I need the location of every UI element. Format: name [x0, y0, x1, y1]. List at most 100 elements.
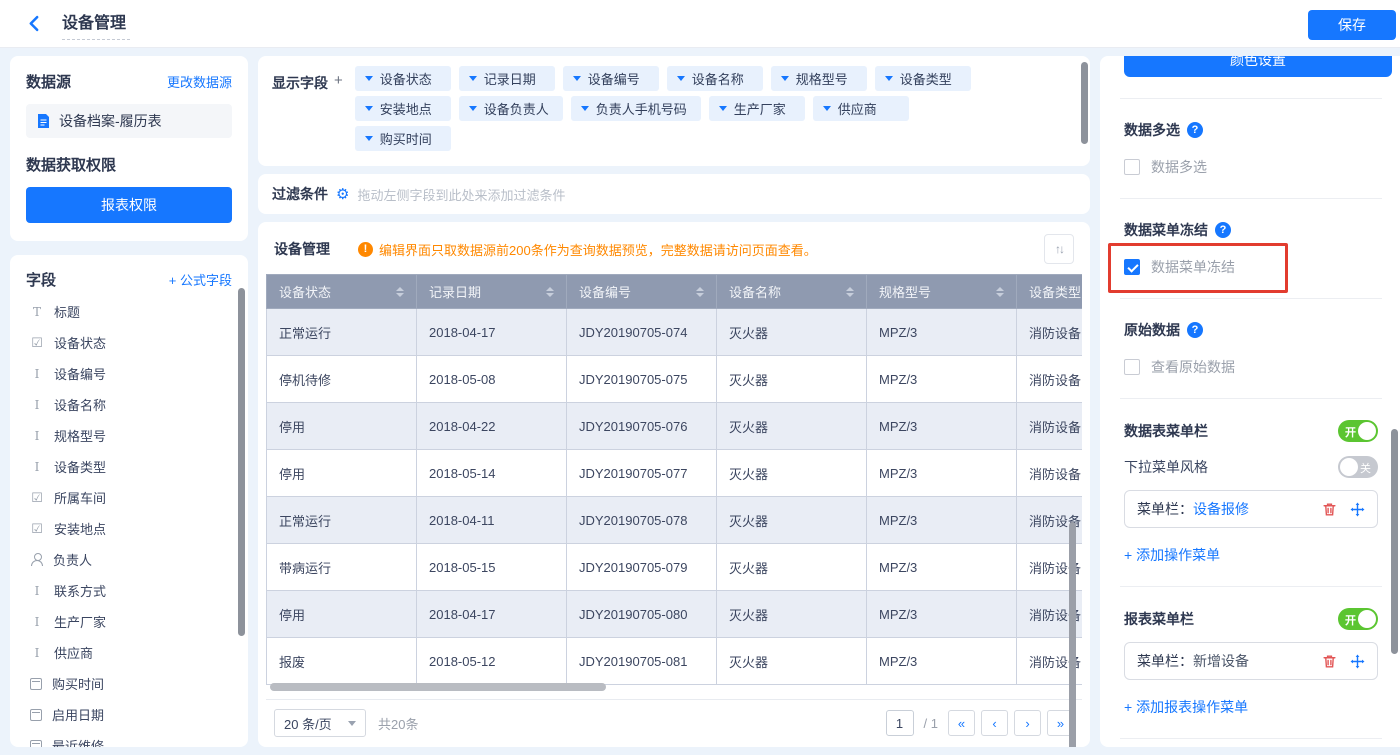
- datasource-item[interactable]: 设备档案-履历表: [26, 104, 232, 138]
- menu-item-name[interactable]: 设备报修: [1193, 499, 1249, 519]
- page-number-input[interactable]: [885, 710, 914, 736]
- gear-icon[interactable]: ⚙: [336, 187, 349, 202]
- column-sort-icon[interactable]: [996, 286, 1004, 297]
- column-sort-icon[interactable]: [546, 286, 554, 297]
- table-menu-item[interactable]: 菜单栏： 设备报修: [1124, 490, 1378, 528]
- field-tag[interactable]: 购买时间: [354, 126, 451, 151]
- field-tag[interactable]: 规格型号: [770, 66, 867, 91]
- table-column-header[interactable]: 设备编号: [566, 274, 717, 309]
- next-page-button[interactable]: ›: [1014, 710, 1041, 736]
- field-item[interactable]: I 设备类型: [26, 451, 232, 482]
- column-label: 设备编号: [579, 285, 632, 300]
- table-column-header[interactable]: 记录日期: [416, 274, 567, 309]
- cell-device-name: 灭火器: [716, 402, 867, 450]
- add-report-action-menu-link[interactable]: + 添加报表操作菜单: [1124, 697, 1378, 717]
- report-menu-item[interactable]: 菜单栏： 新增设备: [1124, 642, 1378, 680]
- table-row[interactable]: 停机待修 2018-05-08 JDY20190705-075 灭火器 MPZ/…: [266, 355, 1082, 403]
- field-item[interactable]: I 联系方式: [26, 575, 232, 606]
- settings-panel-scrollbar[interactable]: [1391, 429, 1398, 654]
- report-permission-button[interactable]: 报表权限: [26, 187, 232, 223]
- cell-record-date: 2018-04-11: [416, 496, 567, 544]
- chevron-down-icon: [364, 76, 373, 81]
- first-page-button[interactable]: «: [948, 710, 975, 736]
- table-row[interactable]: 报废 2018-05-12 JDY20190705-081 灭火器 MPZ/3 …: [266, 637, 1082, 685]
- field-tag-label: 设备状态: [379, 72, 432, 87]
- text-field-icon: I: [34, 459, 40, 474]
- field-tag[interactable]: 供应商: [812, 96, 909, 121]
- back-icon[interactable]: [26, 13, 48, 35]
- cell-device-no: JDY20190705-074: [566, 308, 717, 356]
- move-icon[interactable]: [1350, 502, 1365, 517]
- field-tag[interactable]: 设备编号: [562, 66, 659, 91]
- cell-device-type: 消防设备: [1016, 449, 1082, 497]
- cell-device-type: 消防设备: [1016, 355, 1082, 403]
- field-tag[interactable]: 设备类型: [874, 66, 971, 91]
- change-datasource-link[interactable]: 更改数据源: [167, 72, 232, 91]
- table-vertical-scrollbar[interactable]: [1069, 522, 1076, 747]
- field-item[interactable]: 负责人: [26, 544, 232, 575]
- field-item[interactable]: I 设备名称: [26, 389, 232, 420]
- table-row[interactable]: 停用 2018-04-17 JDY20190705-080 灭火器 MPZ/3 …: [266, 590, 1082, 638]
- table-row[interactable]: 带病运行 2018-05-15 JDY20190705-079 灭火器 MPZ/…: [266, 543, 1082, 591]
- field-tag[interactable]: 负责人手机号码: [570, 96, 701, 121]
- table-column-header[interactable]: 设备名称: [716, 274, 867, 309]
- field-tag[interactable]: 记录日期: [458, 66, 555, 91]
- field-item[interactable]: I 生产厂家: [26, 606, 232, 637]
- dropdown-style-toggle[interactable]: 关: [1338, 456, 1378, 478]
- column-sort-icon[interactable]: [696, 286, 704, 297]
- table-column-header[interactable]: 规格型号: [866, 274, 1017, 309]
- table-horizontal-scrollbar[interactable]: [270, 683, 606, 691]
- field-item[interactable]: I 供应商: [26, 637, 232, 668]
- prev-page-button[interactable]: ‹: [981, 710, 1008, 736]
- page-title[interactable]: 设备管理: [62, 7, 131, 40]
- help-icon[interactable]: ?: [1187, 322, 1203, 338]
- cell-device-name: 灭火器: [716, 543, 867, 591]
- cell-spec-model: MPZ/3: [866, 496, 1017, 544]
- save-button[interactable]: 保存: [1308, 10, 1396, 40]
- add-formula-field-link[interactable]: + 公式字段: [169, 270, 232, 289]
- fields-scrollbar[interactable]: [238, 288, 245, 636]
- document-icon: [36, 113, 51, 129]
- raw-data-checkbox[interactable]: [1124, 359, 1140, 375]
- help-icon[interactable]: ?: [1215, 222, 1231, 238]
- field-item[interactable]: I 设备编号: [26, 358, 232, 389]
- field-item[interactable]: I 规格型号: [26, 420, 232, 451]
- add-action-menu-link[interactable]: + 添加操作菜单: [1124, 545, 1378, 565]
- report-menu-toggle[interactable]: 开: [1338, 608, 1378, 630]
- field-item[interactable]: ☑ 安装地点: [26, 513, 232, 544]
- field-item[interactable]: T 标题: [26, 296, 232, 327]
- cell-device-name: 灭火器: [716, 308, 867, 356]
- field-item[interactable]: 启用日期: [26, 699, 232, 730]
- column-sort-icon[interactable]: [846, 286, 854, 297]
- field-tag[interactable]: 设备名称: [666, 66, 763, 91]
- table-menu-toggle[interactable]: 开: [1338, 420, 1378, 442]
- menu-item-name[interactable]: 新增设备: [1193, 651, 1249, 671]
- table-row[interactable]: 停用 2018-04-22 JDY20190705-076 灭火器 MPZ/3 …: [266, 402, 1082, 450]
- add-display-field-button[interactable]: +: [328, 66, 345, 156]
- text-field-icon: I: [34, 397, 40, 412]
- field-item[interactable]: ☑ 所属车间: [26, 482, 232, 513]
- table-row[interactable]: 正常运行 2018-04-17 JDY20190705-074 灭火器 MPZ/…: [266, 308, 1082, 356]
- field-tag[interactable]: 设备负责人: [458, 96, 563, 121]
- delete-icon[interactable]: [1322, 654, 1337, 669]
- field-tag[interactable]: 安装地点: [354, 96, 451, 121]
- table-column-header[interactable]: 设备类型: [1016, 274, 1082, 309]
- help-icon[interactable]: ?: [1187, 122, 1203, 138]
- sort-order-button[interactable]: ↑↓: [1044, 234, 1074, 264]
- field-item[interactable]: ☑ 设备状态: [26, 327, 232, 358]
- field-tag[interactable]: 生产厂家: [708, 96, 805, 121]
- column-sort-icon[interactable]: [396, 286, 404, 297]
- move-icon[interactable]: [1350, 654, 1365, 669]
- table-row[interactable]: 正常运行 2018-04-11 JDY20190705-078 灭火器 MPZ/…: [266, 496, 1082, 544]
- color-settings-button[interactable]: 颜色设置: [1124, 56, 1392, 77]
- display-card-scrollbar[interactable]: [1081, 62, 1088, 144]
- field-item[interactable]: 最近维修: [26, 730, 232, 747]
- table-row[interactable]: 停用 2018-05-14 JDY20190705-077 灭火器 MPZ/3 …: [266, 449, 1082, 497]
- field-tag[interactable]: 设备状态: [354, 66, 451, 91]
- field-item[interactable]: 购买时间: [26, 668, 232, 699]
- delete-icon[interactable]: [1322, 502, 1337, 517]
- multi-select-checkbox[interactable]: [1124, 159, 1140, 175]
- menu-freeze-checkbox[interactable]: [1124, 259, 1140, 275]
- table-column-header[interactable]: 设备状态: [266, 274, 417, 309]
- page-size-select[interactable]: 20 条/页: [274, 709, 366, 737]
